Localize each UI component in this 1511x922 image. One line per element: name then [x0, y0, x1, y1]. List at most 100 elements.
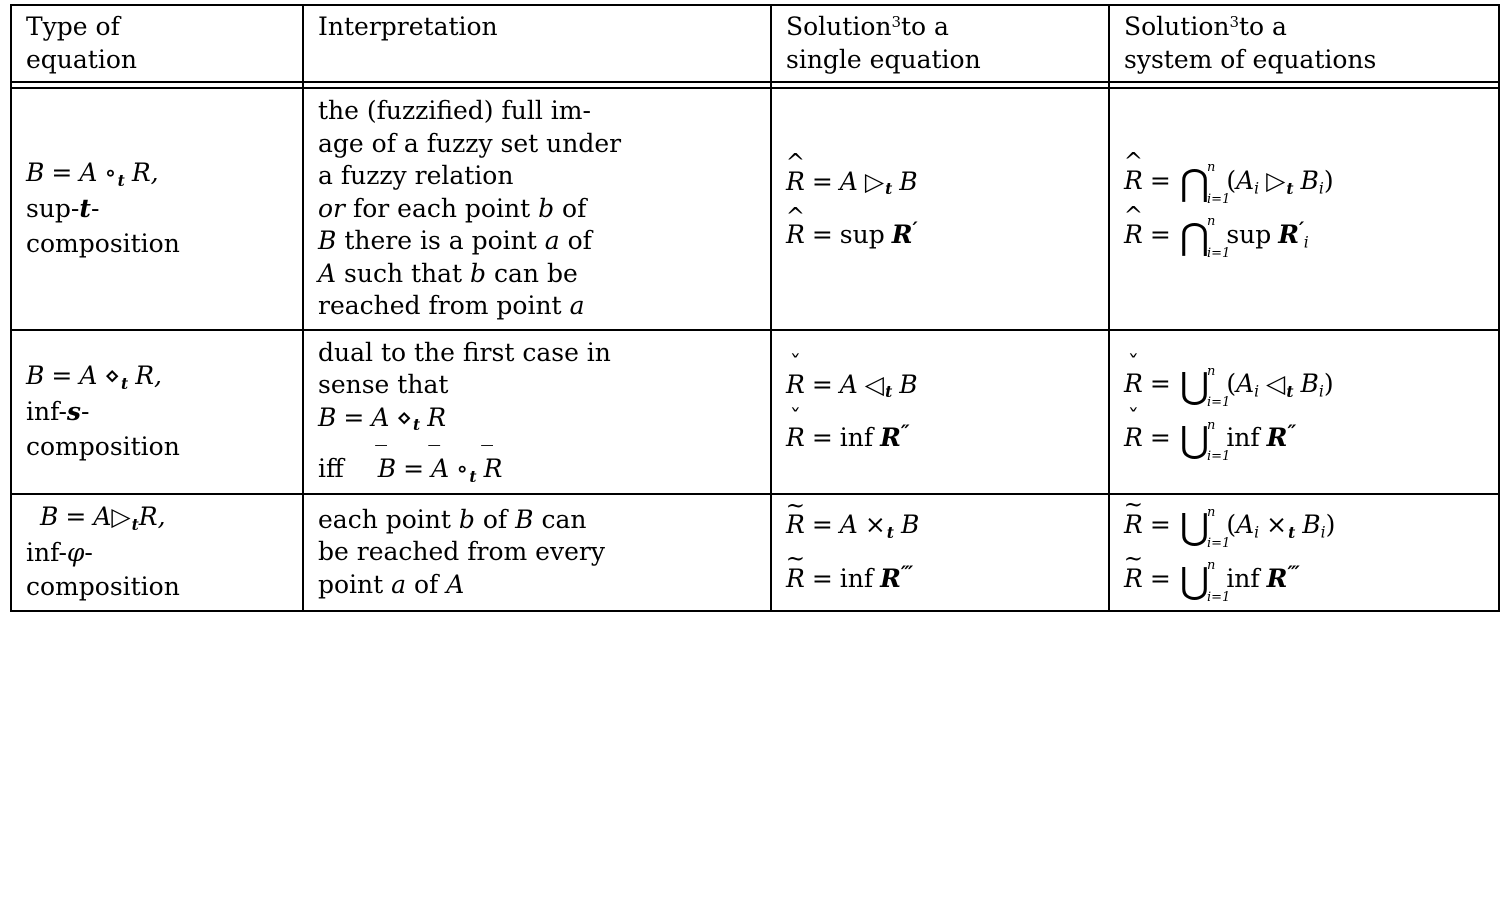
interpretation-line: point a of A: [318, 569, 465, 599]
solution-equation-1: ˇ R = A ◁t B: [786, 352, 918, 402]
interpretation-line: B there is a point a of: [318, 226, 592, 255]
header-cell-interpretation: Interpretation: [302, 4, 772, 83]
equation-type-stack: B = A ⋄t R, inf-s- composition: [26, 360, 290, 463]
composition-operator-icon: ∘: [456, 454, 469, 484]
interpretation-line: a fuzzy relation: [318, 161, 514, 190]
header-word-solution: Solution: [786, 12, 892, 41]
interpretation-line: sense that: [318, 370, 449, 399]
composition-name-line-1: inf-s-: [26, 397, 90, 427]
cell-interpretation: dual to the first case in sense that B = A…: [302, 329, 772, 496]
composition-name-line-2: composition: [26, 431, 180, 461]
composition-name-line-1: sup-t-: [26, 194, 100, 224]
big-union-icon: ⋃ n i=1: [1179, 504, 1231, 552]
system-equation-1: ~ R = ⋃ n i=1 (Ai ×t Bi): [1123, 492, 1336, 552]
cell-solution-single: ~ R = A ×t B ~ R = inf R‴: [770, 492, 1110, 612]
times-operator-icon: ×: [1266, 510, 1288, 540]
times-operator-icon: ×: [864, 510, 886, 540]
iff-word: iff: [318, 454, 344, 484]
diamond-operator-icon: ⋄: [104, 361, 121, 391]
interpretation-line: age of a fuzzy set under: [318, 128, 622, 158]
solution-equation-2: ^ R = sup R′: [785, 203, 1096, 252]
page-root: Type of equation Interpretation Solution…: [0, 0, 1511, 922]
accent-hat-R: ^ R: [785, 203, 806, 250]
table-row: B = A ⋄t R, inf-s- composition dual to the f…: [10, 329, 1500, 496]
system-equation-2: ^ R = ⋂ n i=1 sup R′i: [1123, 202, 1309, 261]
composition-operator-icon: ∘: [104, 158, 117, 188]
diamond-operator-icon: ⋄: [396, 402, 413, 432]
equation-definition: B = A▷tR,: [40, 502, 166, 534]
table-row: B = A▷tR, inf-φ- composition each point b …: [10, 492, 1500, 612]
cell-solution-system: ~ R = ⋃ n i=1 (Ai ×t Bi) ~ R = ⋃ n i=1 inf R‴: [1108, 492, 1500, 612]
header-cell-solution-system: Solution3to a system of equations: [1108, 4, 1500, 83]
system-equation-1: ˇ R = ⋃ n i=1 (Ai ◁t Bi): [1124, 352, 1334, 411]
interpretation-line: dual to the first case in: [318, 337, 611, 367]
interpretation-line: be reached from every: [318, 537, 605, 567]
footnote-marker-3: 3: [891, 13, 902, 32]
header-line-1: Solution3to a: [786, 11, 1096, 44]
interpretation-formula-2: iff̅B=̅A∘t̅R: [318, 454, 503, 486]
phi-symbol: φ: [66, 537, 85, 567]
header-cell-type-of-equation: Type of equation: [10, 4, 304, 83]
interpretation-line: A such that b can be: [318, 258, 578, 288]
header-word-solution: Solution: [1124, 12, 1230, 41]
big-union-icon: ⋃ n i=1: [1179, 363, 1231, 411]
composition-name-line-2: composition: [26, 228, 180, 258]
accent-bar-B: ̅B: [377, 454, 397, 484]
header-line-1: Solution3to a: [1124, 11, 1486, 44]
big-union-icon: ⋃ n i=1: [1179, 417, 1231, 465]
interpretation-line: the (fuzzified) full im-: [318, 96, 591, 125]
solution-equation-1: ^ R = A ▷t B: [785, 149, 918, 199]
accent-check-R: ˇR: [786, 406, 805, 453]
right-triangle-operator-icon: ▷: [111, 502, 131, 532]
solution-equation-2: ~ R = inf R‴: [785, 546, 1096, 596]
accent-tilde-R: ~ R: [1123, 492, 1144, 540]
equation-type-stack: B = A ∘t R, sup-t- composition: [26, 157, 290, 260]
cell-solution-system: ˇ R = ⋃ n i=1 (Ai ◁t Bi) ˇ R = ⋃ n i=1 inf R″: [1108, 329, 1500, 496]
accent-check-R: ˇR: [1124, 352, 1143, 399]
composition-name-line-1: inf-φ-: [26, 537, 93, 567]
system-equation-2: ˇ R = ⋃ n i=1 inf R″: [1124, 406, 1296, 465]
accent-tilde-R: ~ R: [1123, 546, 1144, 593]
equation-types-table: Type of equation Interpretation Solution…: [10, 4, 1500, 612]
header-line-2: single equation: [786, 44, 981, 74]
header-line-1: Interpretation: [318, 12, 498, 41]
header-line-2: equation: [26, 44, 137, 74]
accent-tilde-R: ~ R: [785, 546, 806, 594]
header-cell-solution-single: Solution3to a single equation: [770, 4, 1110, 83]
solution-equation-1: ~ R = A ×t B: [785, 492, 920, 542]
left-triangle-operator-icon: ◁: [864, 369, 885, 399]
accent-hat-R: ^ R: [1123, 149, 1144, 195]
accent-tilde-R: ~ R: [785, 492, 806, 540]
accent-hat-R: ^ R: [785, 149, 806, 196]
system-equation-1: ^ R = ⋂ n i=1 (Ai ▷t Bi): [1123, 149, 1334, 207]
header-word-to-a: to a: [901, 12, 949, 41]
header-line-1: Type of: [26, 12, 120, 41]
cell-solution-single: ^ R = A ▷t B ^ R = sup R′: [770, 88, 1110, 331]
emphasis-or: or: [318, 193, 346, 223]
big-intersection-icon: ⋂ n i=1: [1179, 160, 1231, 207]
big-intersection-icon: ⋂ n i=1: [1179, 214, 1231, 261]
big-union-icon: ⋃ n i=1: [1179, 558, 1231, 605]
cell-solution-single: ˇ R = A ◁t B ˇ R = inf R″: [770, 329, 1110, 496]
accent-check-R: ˇR: [1124, 406, 1143, 453]
table-row: B = A ∘t R, sup-t- composition the (fuzzifie…: [10, 88, 1500, 331]
interpretation-formula-1: B = A ⋄t R: [318, 402, 447, 435]
cell-equation-type: B = A▷tR, inf-φ- composition: [10, 494, 304, 612]
header-word-to-a: to a: [1239, 12, 1287, 41]
system-equation-2: ~ R = ⋃ n i=1 inf R‴: [1123, 546, 1300, 605]
interpretation-line: or for each point b of: [318, 193, 587, 223]
equation-type-stack: B = A▷tR, inf-φ- composition: [26, 501, 290, 604]
left-triangle-operator-icon: ◁: [1266, 369, 1286, 399]
equation-definition: B = A ∘t R,: [26, 158, 159, 190]
accent-check-R: ˇR: [786, 352, 805, 399]
footnote-marker-3: 3: [1229, 13, 1240, 32]
accent-bar-R: ̅R: [483, 454, 503, 484]
cell-interpretation: the (fuzzified) full im- age of a fuzzy …: [302, 88, 772, 331]
table-header-row: Type of equation Interpretation Solution…: [10, 4, 1500, 83]
interpretation-line: each point b of B can: [318, 504, 587, 534]
cell-equation-type: B = A ∘t R, sup-t- composition: [10, 88, 304, 331]
solution-equation-2: ˇ R = inf R″: [786, 406, 1096, 455]
accent-hat-R: ^ R: [1123, 202, 1144, 249]
cell-equation-type: B = A ⋄t R, inf-s- composition: [10, 329, 304, 496]
header-line-2: system of equations: [1124, 44, 1377, 74]
